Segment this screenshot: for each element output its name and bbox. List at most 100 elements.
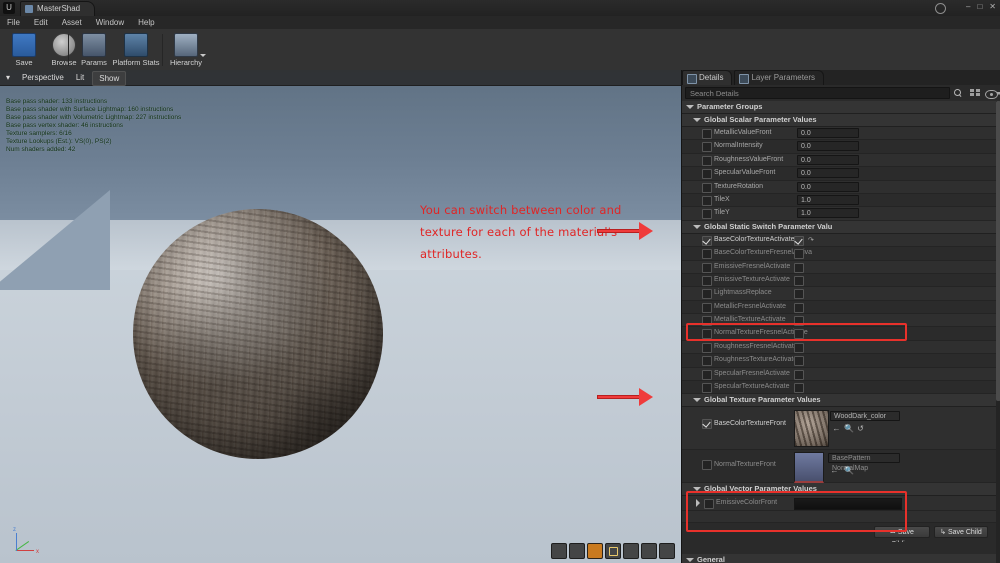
param-row-tiley[interactable]: TileY 1.0 — [682, 207, 1000, 221]
param-row-emissivefresnelactivate[interactable]: EmissiveFresnelActivate — [682, 260, 1000, 274]
asset-picker[interactable]: BasePattern NormalMap — [828, 453, 900, 472]
chevron-down-icon[interactable] — [200, 54, 206, 57]
param-checkbox[interactable] — [702, 356, 712, 367]
param-switch-checkbox[interactable] — [794, 262, 804, 273]
param-value-field[interactable]: 0.0 — [797, 168, 859, 179]
param-value-field[interactable]: 0.0 — [797, 128, 859, 138]
material-viewport[interactable]: ▾ Perspective Lit Show Base pass shader:… — [0, 70, 681, 563]
menu-item-file[interactable]: File — [0, 16, 27, 29]
param-row-normalintensity[interactable]: NormalIntensity 0.0 — [682, 140, 1000, 154]
param-checkbox[interactable] — [702, 302, 712, 313]
param-switch-checkbox[interactable] — [794, 342, 804, 353]
param-row-roughnessvaluefront[interactable]: RoughnessValueFront 0.0 — [682, 153, 1000, 168]
tab-layer-parameters[interactable]: Layer Parameters — [734, 70, 825, 85]
browse-to-asset-icon[interactable]: 🔍 — [844, 424, 854, 433]
param-checkbox[interactable] — [702, 249, 712, 260]
document-tab[interactable]: MasterShad — [20, 1, 96, 16]
preview-mesh-cube-icon[interactable] — [623, 543, 639, 559]
param-checkbox[interactable] — [702, 129, 712, 139]
save-child-button[interactable]: ↳ Save Child — [934, 526, 988, 539]
param-checkbox[interactable] — [702, 262, 712, 273]
param-switch-checkbox[interactable] — [794, 249, 804, 260]
preview-mesh-plane-icon[interactable] — [605, 543, 621, 559]
param-value-field[interactable]: 0.0 — [797, 181, 859, 192]
param-checkbox[interactable] — [702, 182, 712, 193]
param-checkbox[interactable] — [704, 499, 714, 510]
maximize-icon[interactable]: □ — [977, 2, 982, 12]
reset-to-default-icon[interactable]: ↺ — [856, 424, 865, 433]
param-row-metallicfresnelactivate[interactable]: MetallicFresnelActivate — [682, 300, 1000, 315]
param-row-roughnessfresnelactivate[interactable]: RoughnessFresnelActivate — [682, 340, 1000, 355]
details-scrollbar[interactable] — [996, 101, 1000, 563]
param-row-roughnesstextureactivate[interactable]: RoughnessTextureActivate — [682, 354, 1000, 368]
param-switch-checkbox[interactable] — [794, 329, 804, 340]
param-row-basecolortexturefront[interactable]: BaseColorTextureFront WoodDark_color ← 🔍… — [682, 407, 1000, 451]
param-checkbox[interactable] — [702, 195, 712, 206]
param-row-basecolortexturefresnelactivate[interactable]: BaseColorTextureFresnelActiva — [682, 247, 1000, 261]
platform-stats-button[interactable]: Platform Stats — [107, 31, 165, 68]
param-checkbox[interactable] — [702, 169, 712, 180]
tab-details[interactable]: Details — [682, 70, 733, 85]
chevron-right-icon[interactable] — [696, 499, 700, 508]
param-switch-checkbox[interactable] — [794, 316, 804, 327]
param-checkbox[interactable] — [702, 316, 712, 327]
group-global-static-switch[interactable]: Global Static Switch Parameter Valu — [682, 220, 1000, 234]
use-selected-asset-icon[interactable]: ← — [832, 424, 841, 433]
search-icon[interactable] — [954, 89, 962, 97]
group-global-texture[interactable]: Global Texture Parameter Values — [682, 394, 1000, 408]
param-row-normaltexturefresnelactivate[interactable]: NormalTextureFresnelActivate — [682, 327, 1000, 341]
chevron-down-icon[interactable] — [693, 487, 701, 492]
preview-mesh-sphere-icon[interactable] — [587, 543, 603, 559]
param-checkbox[interactable] — [702, 142, 712, 153]
param-checkbox[interactable] — [702, 289, 712, 300]
param-row-emissivetextureactivate[interactable]: EmissiveTextureActivate — [682, 273, 1000, 288]
param-row-basecolortextureactivate[interactable]: BaseColorTextureActivate ↷ — [682, 233, 1000, 248]
param-checkbox[interactable] — [702, 342, 712, 353]
preview-mesh-custom-icon[interactable] — [641, 543, 657, 559]
param-row-emissivecolorfront[interactable]: EmissiveColorFront — [682, 496, 1000, 512]
param-value-field[interactable]: 0.0 — [797, 154, 859, 165]
param-switch-checkbox[interactable] — [794, 289, 804, 300]
group-general[interactable]: General — [682, 554, 1000, 563]
param-switch-checkbox[interactable] — [794, 369, 804, 380]
asset-picker[interactable]: WoodDark_color — [830, 411, 900, 422]
viewport-show-menu[interactable]: Show — [92, 71, 127, 86]
param-checkbox[interactable] — [702, 275, 712, 286]
param-switch-checkbox[interactable] — [794, 235, 804, 246]
close-icon[interactable]: ✕ — [989, 2, 996, 12]
param-checkbox[interactable] — [702, 329, 712, 340]
param-switch-checkbox[interactable] — [794, 275, 804, 286]
param-row-speculartextureactivate[interactable]: SpecularTextureActivate — [682, 381, 1000, 395]
chevron-down-icon[interactable] — [686, 105, 694, 109]
group-parameter-groups[interactable]: Parameter Groups — [682, 101, 1000, 114]
menu-item-window[interactable]: Window — [89, 16, 131, 29]
param-switch-checkbox[interactable] — [794, 356, 804, 367]
use-selected-asset-icon[interactable]: ← — [830, 466, 839, 475]
viewport-settings-icon[interactable] — [659, 543, 675, 559]
param-row-specularfresnelactivate[interactable]: SpecularFresnelActivate — [682, 367, 1000, 382]
globe-icon[interactable] — [935, 3, 946, 14]
param-checkbox[interactable] — [702, 369, 712, 380]
scrollbar-thumb[interactable] — [996, 101, 1000, 401]
minimize-icon[interactable]: – — [966, 2, 970, 12]
param-switch-checkbox[interactable] — [794, 383, 804, 394]
menu-item-asset[interactable]: Asset — [55, 16, 89, 29]
group-global-scalar[interactable]: Global Scalar Parameter Values — [682, 114, 1000, 127]
param-row-metallicvaluefront[interactable]: MetallicValueFront 0.0 — [682, 127, 1000, 141]
save-button[interactable]: Save — [2, 31, 46, 68]
param-checkbox[interactable] — [702, 419, 712, 430]
viewport-options-icon[interactable]: ▾ — [0, 70, 16, 85]
chevron-down-icon[interactable] — [693, 118, 701, 122]
param-row-tilex[interactable]: TileX 1.0 — [682, 193, 1000, 208]
param-checkbox[interactable] — [702, 383, 712, 394]
param-switch-checkbox[interactable] — [794, 302, 804, 313]
param-value-field[interactable]: 0.0 — [797, 141, 859, 152]
hierarchy-button[interactable]: Hierarchy — [164, 31, 208, 68]
param-checkbox[interactable] — [702, 460, 712, 471]
param-row-texturerotation[interactable]: TextureRotation 0.0 — [682, 180, 1000, 194]
viewport-view-mode[interactable]: Lit — [70, 70, 90, 85]
param-row-specularvaluefront[interactable]: SpecularValueFront 0.0 — [682, 167, 1000, 181]
menu-item-help[interactable]: Help — [131, 16, 161, 29]
texture-thumbnail[interactable] — [794, 410, 829, 448]
chevron-down-icon[interactable] — [693, 398, 701, 403]
